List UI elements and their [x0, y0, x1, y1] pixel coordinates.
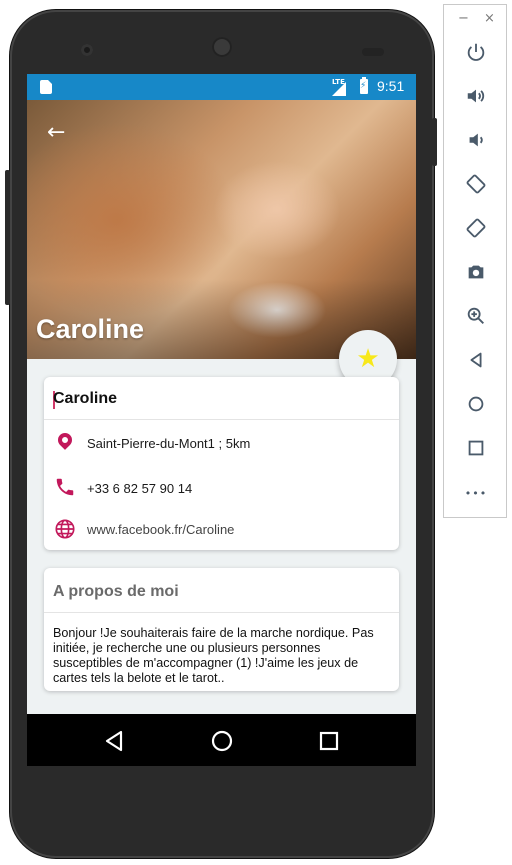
device-screen: LTE 9:51 ← Caroline ★ Caroline Saint-Pie… — [27, 74, 416, 766]
back-triangle-icon — [470, 352, 482, 368]
card-divider — [44, 419, 399, 420]
back-arrow-icon[interactable]: ← — [47, 120, 65, 145]
contact-name[interactable]: Caroline — [53, 390, 117, 408]
front-camera — [81, 44, 93, 56]
phone-number[interactable]: +33 6 82 57 90 14 — [87, 481, 192, 496]
website-link[interactable]: www.facebook.fr/Caroline — [87, 522, 234, 537]
power-side-button — [432, 118, 437, 166]
home-button[interactable] — [463, 393, 489, 419]
status-bar: LTE 9:51 — [27, 74, 416, 100]
nav-recents-button[interactable] — [314, 726, 344, 756]
circle-home-icon — [211, 730, 233, 752]
nav-back-button[interactable] — [99, 726, 129, 756]
sd-card-icon — [40, 80, 52, 94]
close-button[interactable]: × — [484, 11, 495, 26]
emulator-toolbar: − × ••• — [443, 4, 507, 518]
more-button[interactable]: ••• — [463, 481, 489, 507]
triangle-back-icon — [105, 730, 123, 752]
status-time: 9:51 — [377, 78, 405, 94]
contact-card: Caroline Saint-Pierre-du-Mont1 ; 5km +33… — [44, 377, 399, 550]
earpiece-speaker — [212, 37, 232, 57]
network-type: LTE — [332, 78, 345, 86]
location-pin-icon — [55, 430, 75, 450]
rotate-left-icon — [466, 174, 486, 194]
square-recents-icon — [319, 731, 339, 751]
navigation-bar — [27, 714, 416, 766]
power-icon — [467, 43, 485, 61]
about-title: A propos de moi — [53, 583, 179, 600]
screenshot-button[interactable] — [463, 261, 489, 287]
rotate-right-icon — [466, 218, 486, 238]
star-icon: ★ — [356, 344, 380, 374]
volume-down-icon — [469, 133, 483, 147]
battery-charging-icon — [360, 77, 368, 94]
home-circle-icon — [468, 396, 484, 412]
power-button[interactable] — [463, 41, 489, 67]
back-button[interactable] — [463, 349, 489, 375]
overview-square-icon — [468, 440, 484, 456]
volume-side-button — [5, 170, 10, 305]
location-text[interactable]: Saint-Pierre-du-Mont1 ; 5km — [87, 436, 250, 451]
card-divider — [44, 612, 399, 613]
rotate-left-button[interactable] — [463, 173, 489, 199]
volume-up-icon — [467, 89, 485, 103]
about-text: Bonjour !Je souhaiterais faire de la mar… — [53, 626, 374, 685]
minimize-button[interactable]: − — [458, 11, 469, 26]
about-card: A propos de moi Bonjour !Je souhaiterais… — [44, 568, 399, 691]
phone-icon — [54, 476, 76, 498]
globe-icon — [54, 518, 76, 540]
volume-up-button[interactable] — [463, 85, 489, 111]
profile-photo-header: ← Caroline — [27, 100, 416, 359]
rotate-right-button[interactable] — [463, 217, 489, 243]
nav-home-button[interactable] — [207, 726, 237, 756]
camera-icon — [468, 265, 484, 279]
profile-header-name: Caroline — [36, 314, 145, 344]
overview-button[interactable] — [463, 437, 489, 463]
proximity-sensor — [362, 48, 384, 56]
zoom-button[interactable] — [463, 305, 489, 331]
zoom-in-icon — [467, 307, 484, 324]
volume-down-button[interactable] — [463, 129, 489, 155]
